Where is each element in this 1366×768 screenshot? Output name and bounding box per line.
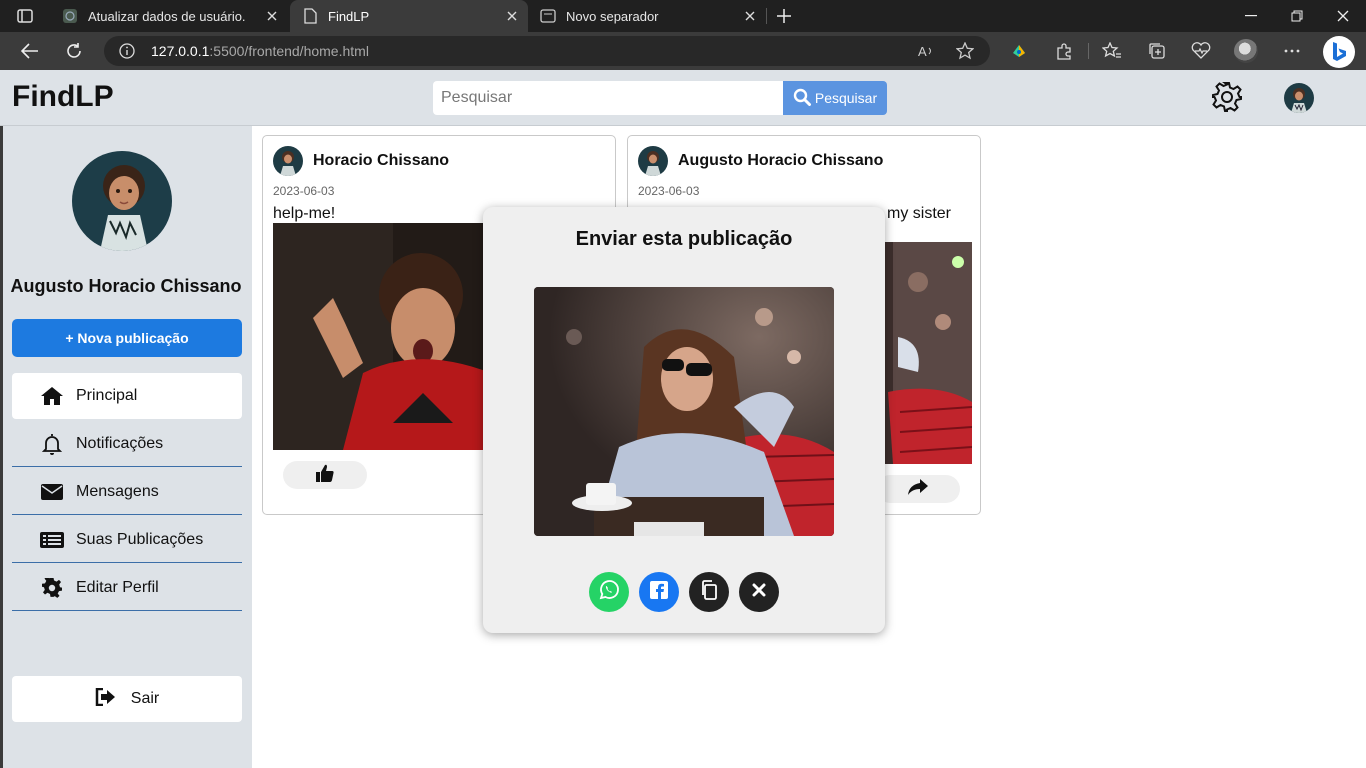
- tab-title: Atualizar dados de usuário.: [88, 8, 246, 24]
- tab-title: FindLP: [328, 8, 370, 24]
- list-icon: [40, 529, 64, 551]
- close-icon: [752, 583, 766, 602]
- extension-icon[interactable]: [1008, 41, 1030, 61]
- post-date: 2023-06-03: [638, 184, 700, 198]
- new-tab-page-icon: [540, 8, 556, 24]
- url-text: 127.0.0.1:5500/frontend/home.html: [151, 43, 369, 59]
- close-tab-icon[interactable]: [264, 8, 280, 24]
- restore-icon[interactable]: [1274, 0, 1320, 32]
- tab-separator: [766, 8, 767, 24]
- menu-item-mensagens[interactable]: Mensagens: [12, 469, 242, 515]
- modal-title: Enviar esta publicação: [575, 228, 793, 250]
- menu-item-notificacoes[interactable]: Notificações: [12, 421, 242, 467]
- close-tab-icon[interactable]: [504, 8, 520, 24]
- sidebar: Augusto Horacio Chissano + Nova publicaç…: [0, 126, 252, 768]
- thumbs-up-icon: [315, 463, 335, 488]
- menu-item-principal[interactable]: Principal: [12, 373, 242, 419]
- menu-item-label: Principal: [76, 387, 138, 404]
- url-path: :5500/frontend/home.html: [209, 43, 369, 59]
- more-options-icon[interactable]: [1281, 41, 1303, 61]
- info-icon[interactable]: [118, 42, 136, 60]
- share-arrow-icon: [907, 478, 929, 501]
- post-date: 2023-06-03: [273, 184, 335, 198]
- tab-novo-separador[interactable]: Novo separador: [528, 0, 766, 32]
- close-modal-button[interactable]: [739, 572, 779, 612]
- page-icon: [302, 8, 318, 24]
- toolbar-separator: [1088, 43, 1089, 59]
- app-logo[interactable]: FindLP: [12, 80, 114, 114]
- favorites-icon[interactable]: [1101, 41, 1123, 61]
- new-post-button[interactable]: + Nova publicação: [12, 319, 242, 357]
- performance-heart-icon[interactable]: [1190, 41, 1212, 61]
- shared-post-image: [534, 287, 834, 536]
- sign-out-icon: [95, 687, 117, 711]
- post-author-name[interactable]: Augusto Horacio Chissano: [678, 152, 883, 170]
- menu-item-editar-perfil[interactable]: Editar Perfil: [12, 565, 242, 611]
- tab-title: Novo separador: [566, 8, 659, 24]
- share-whatsapp-button[interactable]: [589, 572, 629, 612]
- bing-copilot-icon[interactable]: [1323, 36, 1355, 68]
- address-field[interactable]: 127.0.0.1:5500/frontend/home.html A: [104, 36, 990, 66]
- post-author-avatar[interactable]: [273, 146, 303, 176]
- facebook-icon: [649, 580, 669, 605]
- favorite-star-icon[interactable]: [956, 42, 974, 60]
- close-tab-icon[interactable]: [742, 8, 758, 24]
- menu-item-label: Mensagens: [76, 482, 159, 500]
- extensions-puzzle-icon[interactable]: [1053, 41, 1075, 61]
- copy-link-button[interactable]: [689, 572, 729, 612]
- gear-icon: [40, 577, 64, 599]
- post-author-name[interactable]: Horacio Chissano: [313, 152, 449, 170]
- profile-name: Augusto Horacio Chissano: [10, 276, 242, 296]
- browser-profile-avatar[interactable]: [1234, 39, 1258, 63]
- home-icon: [40, 385, 64, 407]
- tab-atualizar[interactable]: Atualizar dados de usuário.: [50, 0, 288, 32]
- refresh-icon[interactable]: [61, 39, 87, 63]
- globe-icon: [62, 8, 78, 24]
- search-icon: [793, 88, 811, 109]
- app-header: FindLP Pesquisar: [0, 70, 1366, 126]
- tab-actions-icon[interactable]: [14, 6, 36, 26]
- post-text: help-me!: [273, 205, 336, 222]
- minimize-icon[interactable]: [1228, 0, 1274, 32]
- menu-item-label: Notificações: [76, 434, 164, 452]
- tab-findlp[interactable]: FindLP: [290, 0, 528, 32]
- logout-label: Sair: [130, 690, 160, 707]
- envelope-icon: [40, 481, 64, 503]
- menu-item-label: Editar Perfil: [76, 578, 159, 596]
- settings-gear-icon[interactable]: [1210, 80, 1244, 114]
- logout-button[interactable]: Sair: [12, 676, 242, 722]
- share-facebook-button[interactable]: [639, 572, 679, 612]
- user-avatar[interactable]: [1284, 83, 1314, 113]
- post-text: my sister: [887, 205, 951, 222]
- menu-item-label: Suas Publicações: [76, 530, 204, 548]
- bell-icon: [40, 433, 64, 455]
- collections-icon[interactable]: [1146, 41, 1168, 61]
- search-button-label: Pesquisar: [814, 90, 878, 106]
- share-modal: Enviar esta publicação: [483, 207, 885, 633]
- profile-picture[interactable]: [72, 151, 172, 251]
- share-button[interactable]: [876, 475, 960, 503]
- svg-text:A: A: [918, 44, 927, 59]
- like-button[interactable]: [283, 461, 367, 489]
- browser-tab-bar: Atualizar dados de usuário. FindLP Novo …: [0, 0, 1366, 32]
- address-bar-row: 127.0.0.1:5500/frontend/home.html A: [0, 32, 1366, 70]
- url-host: 127.0.0.1: [151, 43, 210, 59]
- menu-item-suas-publicacoes[interactable]: Suas Publicações: [12, 517, 242, 563]
- search-input[interactable]: [433, 81, 783, 115]
- new-tab-icon[interactable]: [774, 6, 794, 26]
- read-aloud-icon[interactable]: A: [917, 42, 935, 60]
- search-button[interactable]: Pesquisar: [783, 81, 887, 115]
- whatsapp-icon: [598, 579, 620, 606]
- copy-icon: [700, 579, 718, 605]
- close-window-icon[interactable]: [1320, 0, 1366, 32]
- back-icon[interactable]: [17, 39, 43, 63]
- post-author-avatar[interactable]: [638, 146, 668, 176]
